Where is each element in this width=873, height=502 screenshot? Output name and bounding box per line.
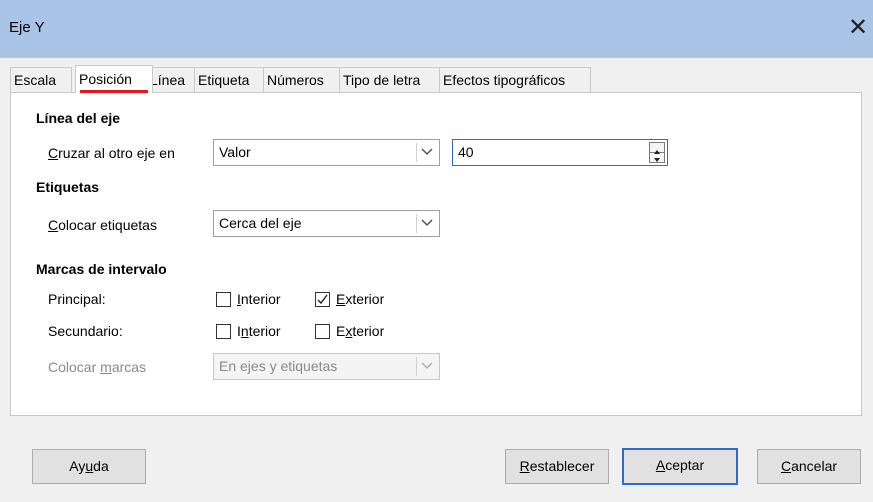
cross-axis-select-value: Valor xyxy=(219,144,251,160)
place-marks-label: Colocar marcas xyxy=(48,359,147,375)
cross-axis-label: Cruzar al otro eje en xyxy=(48,145,175,161)
major-inner-checkbox[interactable] xyxy=(216,292,231,307)
chevron-down-icon xyxy=(416,357,436,376)
tab-numeros[interactable]: Números xyxy=(263,67,341,92)
ticks-heading: Marcas de intervalo xyxy=(36,261,167,277)
minor-outer-label[interactable]: Exterior xyxy=(336,323,384,339)
tab-escala[interactable]: Escala xyxy=(10,67,72,92)
cross-value-spinbox[interactable]: 40 xyxy=(452,139,668,166)
major-inner-label[interactable]: Interior xyxy=(237,291,281,307)
chevron-down-icon[interactable] xyxy=(416,143,436,162)
tab-efectos-tipograficos[interactable]: Efectos tipográficos xyxy=(439,67,591,92)
cross-axis-select[interactable]: Valor xyxy=(213,139,440,166)
place-marks-select: En ejes y etiquetas xyxy=(213,353,440,380)
major-outer-label[interactable]: Exterior xyxy=(336,291,384,307)
major-outer-checkbox[interactable] xyxy=(315,292,330,307)
ok-button[interactable]: Aceptar xyxy=(622,448,738,485)
tab-etiqueta[interactable]: Etiqueta xyxy=(194,67,266,92)
reset-button[interactable]: Restablecer xyxy=(505,449,609,484)
minor-inner-label[interactable]: Interior xyxy=(237,323,281,339)
place-labels-label: Colocar etiquetas xyxy=(48,217,157,233)
minor-ticks-label: Secundario: xyxy=(48,323,123,339)
minor-outer-checkbox[interactable] xyxy=(315,324,330,339)
major-ticks-label: Principal: xyxy=(48,291,106,307)
cancel-button[interactable]: Cancelar xyxy=(757,449,861,484)
tab-panel: Línea del eje Cruzar al otro eje en Valo… xyxy=(10,92,862,416)
cross-value-text: 40 xyxy=(458,144,474,160)
tab-label: Efectos tipográficos xyxy=(443,72,566,88)
chevron-down-icon[interactable] xyxy=(416,214,436,233)
axis-line-heading: Línea del eje xyxy=(36,110,121,126)
spin-down-icon[interactable] xyxy=(650,152,664,162)
tab-label: Línea xyxy=(150,72,186,88)
tab-label: Escala xyxy=(14,72,57,88)
close-icon[interactable]: ✕ xyxy=(843,10,873,46)
check-icon xyxy=(317,294,328,305)
tab-label: Etiqueta xyxy=(198,72,250,88)
tab-linea[interactable]: Línea xyxy=(146,67,196,92)
place-labels-select-value: Cerca del eje xyxy=(219,215,302,231)
place-marks-select-value: En ejes y etiquetas xyxy=(219,358,338,374)
tab-tipo-de-letra[interactable]: Tipo de letra xyxy=(339,67,442,92)
help-button[interactable]: Ayuda xyxy=(32,449,146,484)
minor-inner-checkbox[interactable] xyxy=(216,324,231,339)
spin-buttons xyxy=(649,142,665,163)
tab-posicion[interactable]: Posición xyxy=(75,65,153,93)
tab-label: Posición xyxy=(79,71,132,87)
tab-label: Tipo de letra xyxy=(343,72,421,88)
window-title: Eje Y xyxy=(9,19,45,36)
active-tab-marker xyxy=(80,90,148,93)
tab-label: Números xyxy=(267,72,324,88)
labels-heading: Etiquetas xyxy=(36,179,100,195)
title-bar: Eje Y ✕ xyxy=(0,0,873,58)
place-labels-select[interactable]: Cerca del eje xyxy=(213,210,440,237)
